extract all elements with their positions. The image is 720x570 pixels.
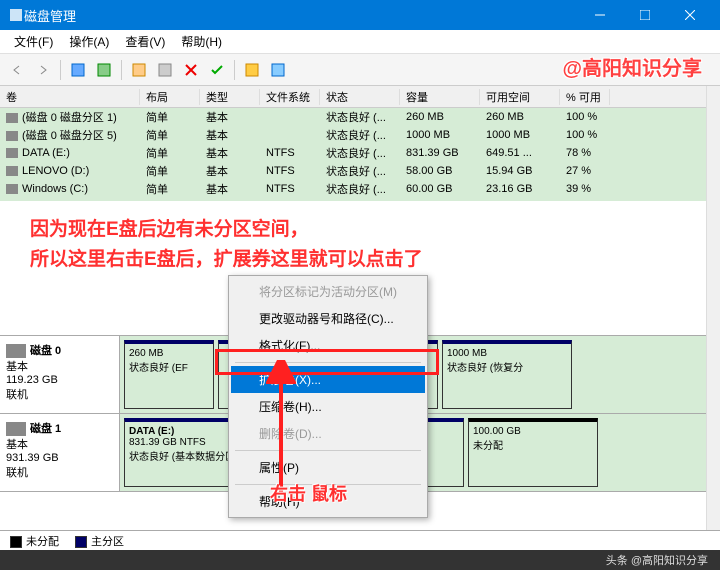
footer-credit: 头条 @高阳知识分享 — [606, 552, 708, 568]
legend: 未分配 主分区 — [0, 530, 720, 550]
disk-icon — [6, 344, 26, 358]
toolbar-icon[interactable] — [154, 59, 176, 81]
disk-0-info: 磁盘 0 基本 119.23 GB 联机 — [0, 336, 120, 413]
volume-row[interactable]: DATA (E:)简单基本NTFS状态良好 (...831.39 GB649.5… — [0, 144, 720, 162]
menu-view[interactable]: 查看(V) — [117, 33, 173, 50]
menu-action[interactable]: 操作(A) — [61, 33, 117, 50]
volume-row[interactable]: (磁盘 0 磁盘分区 1)简单基本状态良好 (...260 MB260 MB10… — [0, 108, 720, 126]
volume-list-header: 卷 布局 类型 文件系统 状态 容量 可用空间 % 可用 — [0, 86, 720, 108]
partition[interactable]: 260 MB 状态良好 (EF — [124, 340, 214, 409]
menu-file[interactable]: 文件(F) — [6, 33, 61, 50]
col-status[interactable]: 状态 — [320, 89, 400, 105]
col-capacity[interactable]: 容量 — [400, 89, 480, 105]
col-pct[interactable]: % 可用 — [560, 89, 610, 105]
col-volume[interactable]: 卷 — [0, 89, 140, 105]
toolbar-check-icon[interactable] — [206, 59, 228, 81]
toolbar-icon[interactable] — [67, 59, 89, 81]
title-bar: 磁盘管理 — [0, 0, 720, 30]
close-button[interactable] — [667, 0, 712, 30]
menu-properties[interactable]: 属性(P) — [231, 454, 425, 481]
volume-row[interactable]: (磁盘 0 磁盘分区 5)简单基本状态良好 (...1000 MB1000 MB… — [0, 126, 720, 144]
partition-unallocated[interactable]: 100.00 GB 未分配 — [468, 418, 598, 487]
footer-bar: 头条 @高阳知识分享 — [0, 550, 720, 570]
vertical-scrollbar[interactable] — [706, 86, 720, 530]
legend-unallocated: 未分配 — [26, 536, 59, 548]
col-type[interactable]: 类型 — [200, 89, 260, 105]
volume-row[interactable]: LENOVO (D:)简单基本NTFS状态良好 (...58.00 GB15.9… — [0, 162, 720, 180]
col-fs[interactable]: 文件系统 — [260, 89, 320, 105]
forward-button[interactable] — [32, 59, 54, 81]
menu-change-letter[interactable]: 更改驱动器号和路径(C)... — [231, 305, 425, 332]
maximize-button[interactable] — [622, 0, 667, 30]
toolbar-icon[interactable] — [267, 59, 289, 81]
volume-list-pane: 卷 布局 类型 文件系统 状态 容量 可用空间 % 可用 (磁盘 0 磁盘分区 … — [0, 86, 720, 201]
menu-extend-volume[interactable]: 扩展卷(X)... — [231, 366, 425, 393]
watermark-text: @高阳知识分享 — [562, 52, 702, 81]
annotation-text: 因为现在E盘后边有未分区空间， 所以这里右击E盘后，扩展券这里就可以点击了 — [30, 215, 423, 276]
app-icon — [8, 7, 24, 23]
partition[interactable]: 1000 MB 状态良好 (恢复分 — [442, 340, 572, 409]
window-title: 磁盘管理 — [24, 6, 577, 25]
toolbar-delete-icon[interactable] — [180, 59, 202, 81]
menu-bar: 文件(F) 操作(A) 查看(V) 帮助(H) — [0, 30, 720, 54]
volume-row[interactable]: Windows (C:)简单基本NTFS状态良好 (...60.00 GB23.… — [0, 180, 720, 198]
disk-icon — [6, 422, 26, 436]
disk-1-info: 磁盘 1 基本 931.39 GB 联机 — [0, 414, 120, 491]
annotation-rightclick: 右击 鼠标 — [270, 480, 347, 506]
menu-delete-volume: 删除卷(D)... — [231, 420, 425, 447]
col-free[interactable]: 可用空间 — [480, 89, 560, 105]
menu-help[interactable]: 帮助(H) — [173, 33, 230, 50]
col-layout[interactable]: 布局 — [140, 89, 200, 105]
toolbar-icon[interactable] — [93, 59, 115, 81]
minimize-button[interactable] — [577, 0, 622, 30]
menu-format[interactable]: 格式化(F)... — [231, 332, 425, 359]
toolbar-icon[interactable] — [241, 59, 263, 81]
toolbar-icon[interactable] — [128, 59, 150, 81]
menu-mark-active: 将分区标记为活动分区(M) — [231, 278, 425, 305]
back-button[interactable] — [6, 59, 28, 81]
menu-shrink-volume[interactable]: 压缩卷(H)... — [231, 393, 425, 420]
legend-primary: 主分区 — [91, 536, 124, 548]
